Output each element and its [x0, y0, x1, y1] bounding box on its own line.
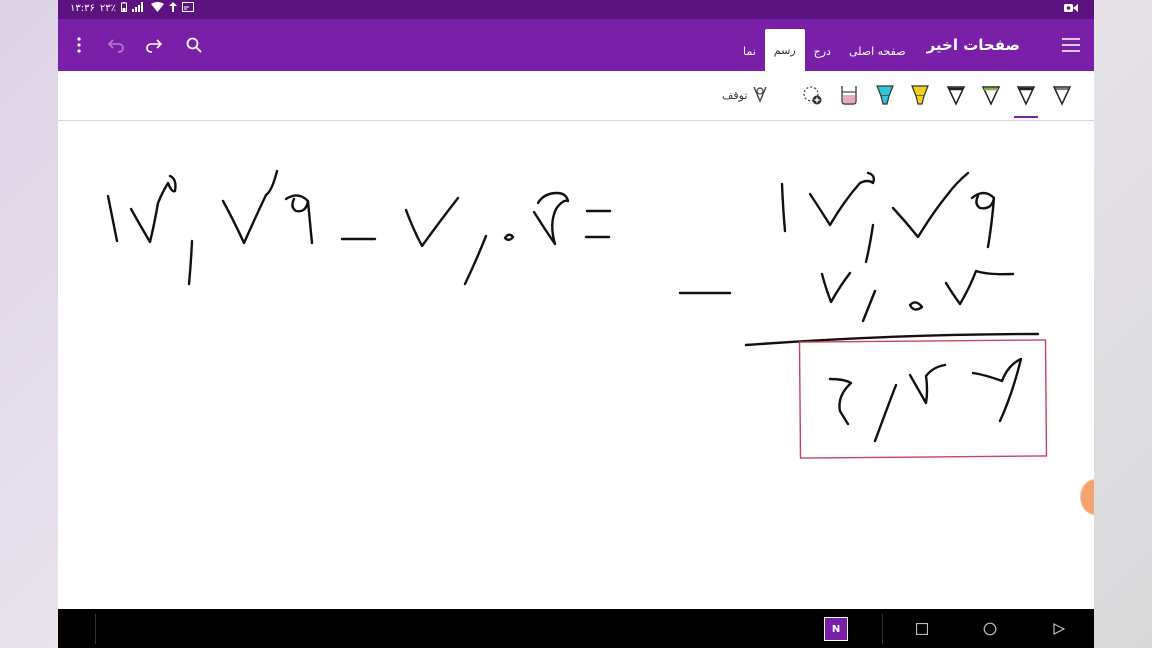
ink-digit-3b	[532, 191, 570, 246]
pen-black-icon[interactable]	[944, 83, 968, 107]
status-right-group	[1064, 3, 1078, 16]
ink-digit-3-right	[808, 171, 876, 227]
status-left-group: ۱۳:۳۶ ۲۳٪	[70, 2, 194, 15]
highlighter-cyan-icon[interactable]	[873, 83, 897, 107]
tab-view[interactable]: نما	[734, 31, 765, 71]
nav-divider-left	[95, 614, 96, 644]
back-icon[interactable]	[1049, 619, 1069, 639]
more-options-icon[interactable]	[67, 33, 91, 57]
wifi-icon	[150, 2, 164, 15]
undo-icon[interactable]	[104, 33, 128, 57]
onenote-badge: N	[831, 623, 841, 635]
signal-icon	[131, 2, 146, 15]
ink-digit-2-right	[891, 171, 970, 239]
onenote-app-icon[interactable]: N	[824, 617, 848, 641]
ink-digit-1	[106, 194, 119, 243]
system-nav-bar: N	[58, 609, 1094, 648]
battery-icon	[120, 2, 127, 15]
draw-toolbar: توقف	[58, 71, 1094, 122]
stop-drawing-button[interactable]: توقف	[722, 85, 769, 106]
ink-result-digit-6b	[971, 357, 1023, 423]
pen-black-selected-icon[interactable]	[1014, 83, 1038, 118]
tab-insert[interactable]: درج	[805, 31, 840, 71]
home-icon[interactable]	[980, 619, 1000, 639]
pen-green-icon[interactable]	[979, 83, 1003, 107]
ink-digit-1-right	[780, 182, 787, 233]
status-bar: ۱۳:۳۶ ۲۳٪	[58, 0, 1094, 19]
nav-divider-right	[882, 614, 883, 644]
ink-digit-7-right	[820, 271, 852, 304]
recents-icon[interactable]	[912, 619, 932, 639]
handwriting-ink	[106, 169, 1048, 459]
lasso-select-icon[interactable]	[800, 83, 824, 107]
cast-icon	[181, 2, 194, 15]
ink-comma-right	[864, 223, 875, 264]
ink-result-digit-3	[908, 363, 947, 405]
highlighter-yellow-icon[interactable]	[908, 83, 932, 107]
ribbon-tabs: صفحات اخیر صفحه اصلی درج رسم نما	[734, 19, 1032, 71]
ink-digit-7	[404, 196, 460, 248]
pen-thin-icon[interactable]	[1050, 83, 1074, 107]
ink-comma-2	[463, 234, 488, 286]
ink-digit-9-right	[970, 191, 996, 249]
highlighter-pink-icon[interactable]	[837, 83, 861, 107]
ink-result-digit-6a	[828, 377, 853, 426]
redo-icon[interactable]	[142, 33, 166, 57]
tab-home[interactable]: صفحه اصلی	[840, 31, 915, 71]
ink-digit-9	[284, 194, 314, 245]
battery-percent-text: ۲۳٪	[99, 3, 116, 14]
drawing-canvas[interactable]	[58, 121, 1094, 609]
ink-digit-0	[503, 233, 515, 241]
ink-digit-3-right-2	[944, 269, 1015, 306]
clock-text: ۱۳:۳۶	[70, 3, 95, 14]
lasso-pen-icon	[751, 85, 769, 106]
ink-comma-1	[187, 239, 194, 286]
tab-draw[interactable]: رسم	[764, 29, 805, 71]
app-bar: صفحات اخیر صفحه اصلی درج رسم نما	[58, 19, 1094, 71]
hamburger-menu-icon[interactable]	[1059, 33, 1083, 57]
ink-result-line	[744, 332, 1040, 347]
search-icon[interactable]	[182, 33, 206, 57]
page-title: صفحات اخیر	[926, 36, 1020, 54]
ink-digit-2	[221, 169, 279, 245]
screen-record-icon	[1064, 4, 1078, 16]
data-icon	[168, 2, 177, 15]
ink-comma-right-2	[861, 289, 877, 323]
ink-result-comma	[873, 383, 898, 443]
ink-digit-0-right	[908, 301, 924, 311]
ink-digit-3	[129, 174, 177, 244]
stop-label: توقف	[722, 89, 748, 102]
tablet-screen: ۱۳:۳۶ ۲۳٪ صفحات اخیر صفحه اصلی درج رسم ن…	[58, 0, 1094, 648]
